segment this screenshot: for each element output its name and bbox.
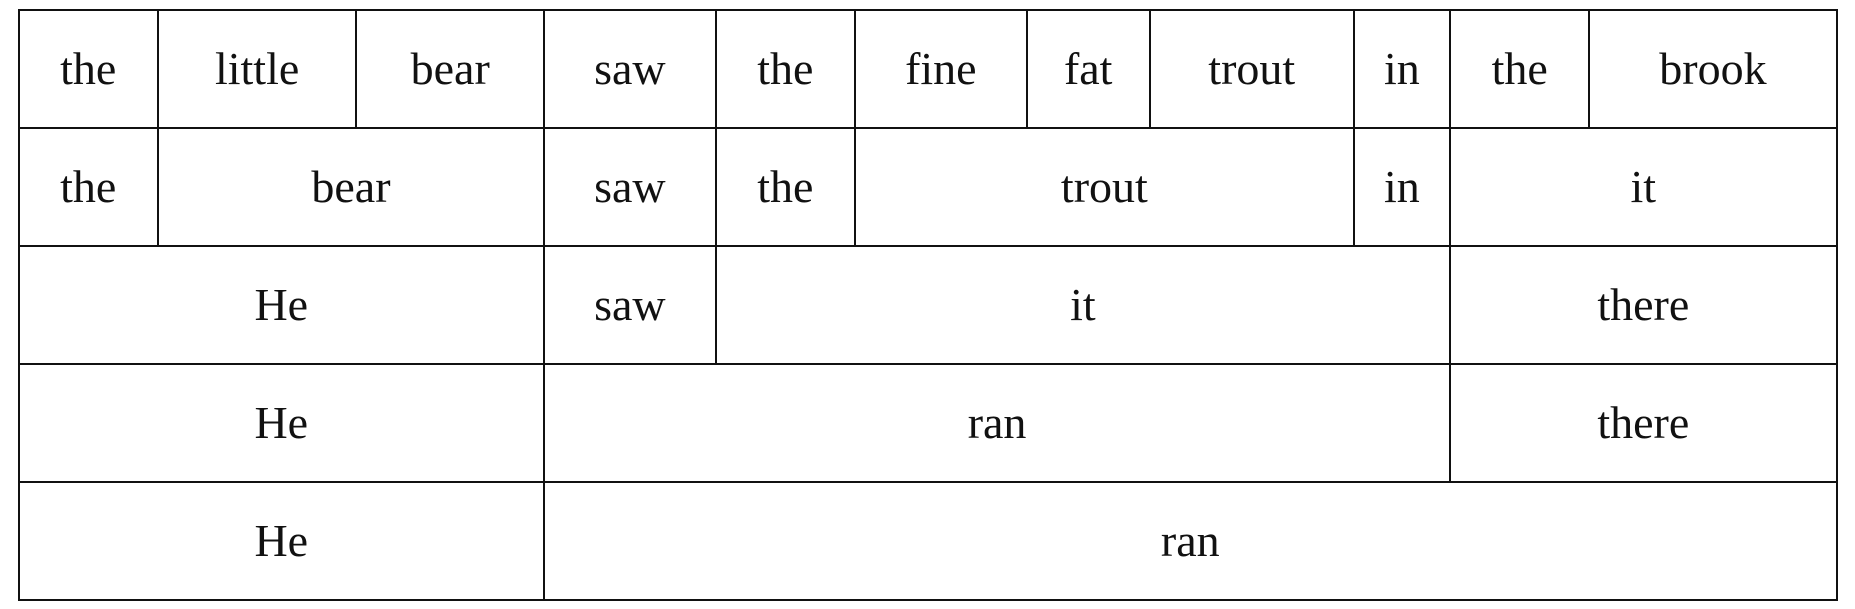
cell-r1c2: little xyxy=(158,10,357,128)
cell-r1c4: saw xyxy=(544,10,716,128)
cell-r1c6: fine xyxy=(855,10,1027,128)
cell-r5c4: ran xyxy=(544,482,1836,600)
table-row: the bear saw the trout in it xyxy=(19,128,1837,246)
cell-r3c10: there xyxy=(1450,246,1836,364)
table-row: He saw it there xyxy=(19,246,1837,364)
cell-r5c1: He xyxy=(19,482,545,600)
cell-r1c7: fat xyxy=(1027,10,1150,128)
cell-r2c10: it xyxy=(1450,128,1836,246)
table-row: the little bear saw the fine fat trout i… xyxy=(19,10,1837,128)
cell-r2c9: in xyxy=(1354,128,1450,246)
cell-r2c4: saw xyxy=(544,128,716,246)
cell-r2c6: trout xyxy=(855,128,1354,246)
cell-r1c3: bear xyxy=(356,10,544,128)
main-wrapper: the little bear saw the fine fat trout i… xyxy=(0,0,1855,609)
word-table: the little bear saw the fine fat trout i… xyxy=(18,9,1838,601)
cell-r2c1: the xyxy=(19,128,158,246)
cell-r1c9: in xyxy=(1354,10,1450,128)
cell-r4c1: He xyxy=(19,364,545,482)
table-row: He ran there xyxy=(19,364,1837,482)
cell-r3c5: it xyxy=(716,246,1450,364)
cell-r4c4: ran xyxy=(544,364,1450,482)
cell-r1c5: the xyxy=(716,10,855,128)
cell-r1c11: brook xyxy=(1589,10,1836,128)
cell-r3c1: He xyxy=(19,246,545,364)
cell-r4c10: there xyxy=(1450,364,1836,482)
cell-r1c10: the xyxy=(1450,10,1589,128)
table-row: He ran xyxy=(19,482,1837,600)
cell-r1c8: trout xyxy=(1150,10,1354,128)
cell-r2c5: the xyxy=(716,128,855,246)
cell-r3c4: saw xyxy=(544,246,716,364)
cell-r1c1: the xyxy=(19,10,158,128)
cell-r2c2: bear xyxy=(158,128,544,246)
